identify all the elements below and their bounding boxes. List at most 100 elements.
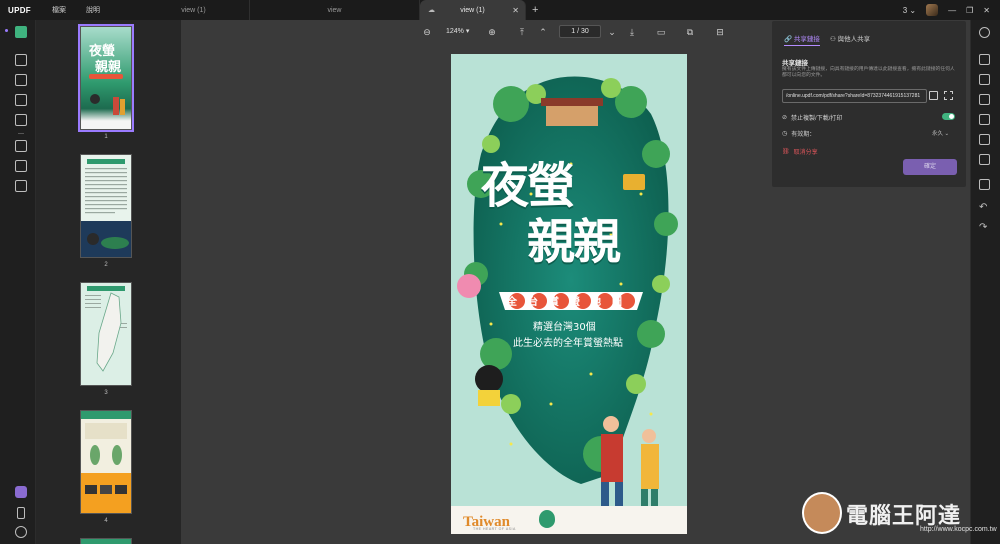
compare-icon[interactable]: ⊟ [714,26,726,38]
reader-icon[interactable] [15,26,27,38]
batch-icon[interactable] [979,94,990,105]
menu-file[interactable]: 檔案 [52,5,76,15]
edit-icon[interactable] [15,74,27,86]
last-page-icon[interactable]: ⤓ [626,26,638,38]
validity-select[interactable]: 永久 ⌄ [932,129,949,137]
presentation-icon[interactable]: ▭ [655,26,667,38]
next-page-icon[interactable]: ⌄ [606,26,618,38]
thumbnail-page-2[interactable] [80,154,132,258]
divider [18,133,24,134]
poster-brand-tag: THE HEART OF ASIA [473,527,516,531]
organize-pages-icon[interactable] [15,94,27,106]
share-panel: 🔗 共享鏈接 ⚇ 與他人共享 共享鏈接 擁有該文件上傳鏈接，向具有鏈接的用戶傳達… [771,20,967,188]
save-icon[interactable] [979,179,990,190]
disable-copy-row: ⊘ 禁止複製/下載/打印 [782,113,842,122]
cloud-icon: ☁ [428,7,435,14]
ocr-side-icon[interactable] [979,54,990,65]
cancel-share-label: 取消分享 [793,150,818,156]
close-window-icon[interactable]: ✕ [983,6,990,15]
close-tab-icon[interactable]: ✕ [512,6,519,15]
share-icon[interactable] [979,134,990,145]
disable-copy-toggle[interactable] [942,113,955,120]
thumbnail-number: 3 [104,390,108,396]
clock-icon: ◷ [782,131,788,137]
thumbnail-number: 2 [104,262,108,268]
tab-view[interactable]: view [250,0,420,20]
form-icon[interactable] [15,160,27,172]
display-mode-icon[interactable]: ⧉ [684,26,696,38]
thumbnail-art [81,159,131,257]
section-title: 共享鏈接 [782,60,808,67]
thumbnail-art [85,286,127,372]
thumbnail-page-1[interactable]: 夜螢 親親 [78,24,134,132]
indicator-dot [5,29,8,32]
tab-share-link[interactable]: 🔗 共享鏈接 [784,33,820,46]
zoom-level[interactable]: 124% ▾ [446,27,469,35]
window-controls: 3 ⌄ — ❐ ✕ [903,0,1000,20]
share-link-field[interactable]: /online.updf.com/pdf/share?shareId=87323… [782,89,927,103]
first-page-icon[interactable]: ⤒ [516,26,528,38]
heart-logo-icon [539,510,555,528]
tab-label: view (1) [181,6,206,14]
thumbnail-number: 4 [104,518,108,524]
unlink-icon: ⛓ [782,149,790,155]
tab-label: view (1) [460,6,485,14]
comment-icon[interactable] [15,54,27,66]
page-number-input[interactable]: 1 / 30 [559,25,601,38]
validity-label: 有效期： [791,132,816,138]
email-icon[interactable] [979,154,990,165]
svg-text:親親: 親親 [95,59,121,75]
thumbnail-art: 夜螢 親親 [88,43,125,115]
thumbnail-page-3[interactable] [80,282,132,386]
watermark: 電腦王阿達 http://www.kocpc.com.tw [798,490,998,540]
share-description: 擁有該文件上傳鏈接，向具有鏈接的用戶傳達以此鏈接查看，擁有此鏈接的任何人都可以向… [782,67,955,78]
left-toolbar [0,20,36,544]
right-toolbar: ↶ ↷ [970,20,1000,544]
protect-side-icon[interactable] [979,114,990,125]
tab-view-1-active[interactable]: ☁ view (1) ✕ [420,0,526,20]
watermark-url: http://www.kocpc.com.tw [920,526,997,533]
disable-copy-label: 禁止複製/下載/打印 [791,116,843,122]
ocr-icon[interactable] [15,140,27,152]
minimize-icon[interactable]: — [948,6,956,15]
previous-page-icon[interactable]: ⌃ [537,26,549,38]
app-window: UPDF 檔案 說明 view (1) view ☁ view (1) ✕ + … [0,0,1000,544]
poster-subtitle-line2: 此生必去的全年賞螢熱點 [513,338,623,349]
title-bar: UPDF 檔案 說明 view (1) view ☁ view (1) ✕ + … [0,0,1000,20]
thumbnail-art [81,411,131,513]
zoom-out-icon[interactable]: ⊖ [421,26,433,38]
search-icon[interactable] [979,27,990,38]
menu-help[interactable]: 說明 [86,5,110,15]
attachment-icon[interactable] [15,526,27,538]
copy-link-icon[interactable] [929,91,938,100]
thumbnail-panel: 夜螢 親親 1 2 3 4 [36,20,181,544]
poster-ribbon: 全台賞螢地圖 [507,297,633,308]
thumbnail-page-4[interactable] [80,410,132,514]
cancel-share-link[interactable]: ⛓ 取消分享 [782,147,818,156]
validity-row: ◷ 有效期： [782,129,815,138]
svg-text:夜螢: 夜螢 [88,43,115,59]
thumbnail-page-5-partial[interactable] [80,538,132,544]
poster-title-line2: 親親 [527,214,621,270]
convert-side-icon[interactable] [979,74,990,85]
poster-subtitle-line1: 精選台灣30個 [533,322,596,333]
convert-icon[interactable] [15,114,27,126]
undo-icon[interactable]: ↶ [979,202,990,213]
restore-icon[interactable]: ❐ [966,6,973,15]
layers-icon[interactable] [15,486,27,498]
thumbnail-number: 1 [104,134,108,140]
update-button[interactable]: 確定 [903,159,957,175]
bookmark-icon[interactable] [17,507,25,519]
zoom-in-icon[interactable]: ⊕ [486,26,498,38]
tab-label: view [327,6,342,14]
protect-icon[interactable] [15,180,27,192]
redo-icon[interactable]: ↷ [979,222,990,233]
tab-view-1[interactable]: view (1) [138,0,250,20]
account-count[interactable]: 3 ⌄ [903,6,916,15]
new-tab-button[interactable]: + [532,4,546,16]
pdf-page-1: 夜螢 親親 全台賞螢地圖 精選台灣30個 此生必去的全年賞螢熱點 Taiwan … [451,54,687,534]
qr-code-icon[interactable] [944,91,953,100]
tab-share-with-others[interactable]: ⚇ 與他人共享 [830,33,870,43]
app-logo: UPDF [8,5,31,15]
avatar[interactable] [926,4,939,16]
